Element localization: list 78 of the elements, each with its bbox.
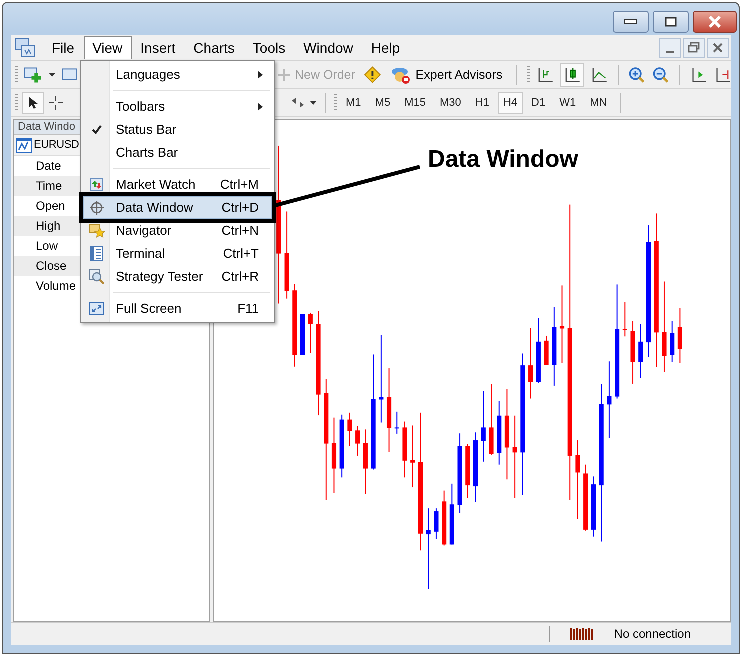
candlestick	[300, 314, 306, 356]
arrows-icon	[89, 176, 105, 192]
zoom-in-icon[interactable]	[628, 66, 646, 84]
row-label: High	[36, 219, 61, 233]
menu-item[interactable]: Window	[294, 36, 362, 60]
submenu-arrow-icon	[258, 70, 263, 78]
status-text: No connection	[614, 627, 691, 641]
menu-item[interactable]: Charts Bar	[83, 141, 272, 164]
callout-label: Data Window	[428, 146, 578, 174]
close-button[interactable]	[693, 11, 737, 33]
minimize-button[interactable]	[613, 11, 649, 33]
row-label: Close	[36, 259, 67, 273]
close-button[interactable]	[707, 38, 729, 58]
restore-icon	[688, 42, 700, 54]
candlestick	[434, 508, 439, 540]
robot-hat-icon	[390, 66, 411, 84]
timeframe-button[interactable]: W1	[554, 92, 582, 114]
menu-item[interactable]: Toolbars	[83, 95, 272, 118]
minimize-icon	[666, 50, 674, 52]
row-label: Low	[36, 239, 58, 253]
row-label: Time	[36, 179, 62, 193]
warning-icon[interactable]	[364, 66, 382, 84]
candlestick	[442, 490, 447, 546]
maximize-icon	[665, 17, 677, 27]
fullscreen-icon	[89, 300, 105, 316]
timeframe-button[interactable]: MN	[585, 92, 612, 114]
menu-item[interactable]: Terminal Ctrl+T	[83, 242, 272, 265]
menu-item[interactable]: Full Screen F11	[83, 297, 272, 320]
candlestick	[536, 318, 541, 383]
symbol-label: EURUSD	[34, 139, 80, 151]
menu-item[interactable]: Navigator Ctrl+N	[83, 219, 272, 242]
restore-button[interactable]	[683, 38, 705, 58]
menu-item[interactable]: Strategy Tester Ctrl+R	[83, 265, 272, 288]
close-icon	[707, 16, 723, 28]
timeframe-button[interactable]: M5	[370, 92, 396, 114]
caret-icon[interactable]	[310, 100, 317, 104]
row-label: Date	[36, 159, 62, 173]
menu-item[interactable]: File	[43, 36, 84, 60]
timeframe-button[interactable]: H4	[498, 92, 522, 114]
candlestick	[450, 484, 454, 545]
menu-item[interactable]: View	[84, 36, 132, 59]
timeframe-button[interactable]: D1	[526, 92, 551, 114]
profiles-icon[interactable]	[62, 66, 80, 82]
menu-item[interactable]: Charts	[184, 36, 244, 60]
zoom-out-icon[interactable]	[652, 66, 670, 84]
timeframe-button[interactable]: M30	[434, 92, 466, 114]
maximize-button[interactable]	[653, 11, 689, 33]
crosshair-icon[interactable]	[48, 94, 64, 110]
timeframe-button[interactable]: H1	[470, 92, 494, 114]
menu-item[interactable]: Insert	[132, 36, 185, 60]
close-icon	[713, 42, 723, 52]
star-icon	[89, 222, 105, 238]
list-icon	[89, 246, 105, 262]
magnifier-icon	[89, 268, 105, 284]
shift-end-icon[interactable]	[714, 66, 732, 84]
app-logo-icon	[15, 36, 37, 58]
new-chart-icon[interactable]	[24, 66, 44, 84]
menu-item[interactable]: Tools	[244, 36, 295, 60]
row-label: Volume	[36, 279, 76, 293]
minimize-icon	[624, 19, 638, 25]
menu-item[interactable]: Languages	[83, 63, 272, 86]
candlestick	[544, 336, 549, 366]
plus-icon	[278, 68, 290, 80]
candlestick	[466, 444, 470, 498]
menu-item[interactable]: Market Watch Ctrl+M	[83, 173, 272, 196]
submenu-arrow-icon	[258, 102, 263, 110]
crosshair-icon	[89, 200, 105, 216]
menu-item[interactable]: Help	[362, 36, 410, 60]
toolbar-button[interactable]: Expert Advisors	[388, 64, 506, 86]
timeframe-button[interactable]: M15	[400, 92, 431, 114]
timeframe-button[interactable]: M1	[341, 92, 366, 114]
scroll-right-icon[interactable]	[690, 66, 708, 84]
caret-icon[interactable]	[49, 72, 56, 76]
row-label: Open	[36, 199, 66, 213]
candlestick	[489, 384, 494, 455]
connection-bars-icon	[570, 628, 594, 640]
candlestick	[308, 312, 313, 354]
candlestick	[584, 464, 588, 531]
